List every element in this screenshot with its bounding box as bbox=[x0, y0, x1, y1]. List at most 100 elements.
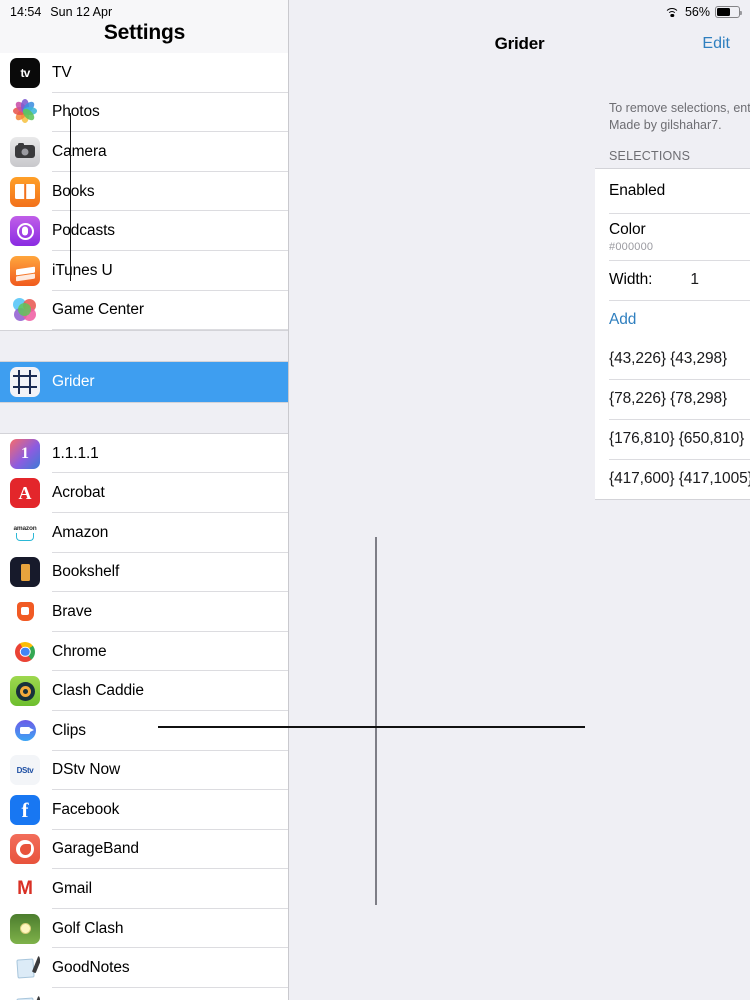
sidebar-item-itunes-u[interactable]: iTunes U bbox=[0, 250, 288, 291]
one-one-one-one-app-icon: 1 bbox=[10, 438, 40, 469]
game-center-app-icon bbox=[10, 295, 40, 326]
enabled-label: Enabled bbox=[609, 182, 666, 199]
sidebar-item-label: Clips bbox=[52, 721, 86, 739]
sidebar-item-label: DStv Now bbox=[52, 761, 121, 779]
battery-percent-label: 56% bbox=[684, 5, 710, 19]
sidebar-item-label: Books bbox=[52, 182, 95, 200]
sidebar-item-label: TV bbox=[52, 63, 72, 81]
clash-caddie-app-icon bbox=[10, 676, 40, 707]
sidebar-item-label: Brave bbox=[52, 602, 92, 620]
page-title: Settings bbox=[103, 21, 186, 44]
sidebar-item-grider[interactable]: Grider bbox=[0, 362, 288, 402]
sidebar-item-photos[interactable]: Photos bbox=[0, 92, 288, 133]
acrobat-app-icon: A bbox=[10, 478, 40, 509]
sidebar-item-goodnotes[interactable]: GoodNotes bbox=[0, 948, 288, 989]
podcasts-app-icon bbox=[10, 216, 40, 247]
sidebar-item-tv[interactable]: tv TV bbox=[0, 53, 288, 93]
selection-coordinates: {43,226} {43,298} bbox=[609, 350, 728, 367]
garageband-app-icon bbox=[10, 834, 40, 865]
goodnotes-app-icon bbox=[10, 992, 40, 1000]
sidebar-item-podcasts[interactable]: Podcasts bbox=[0, 211, 288, 251]
brave-app-icon bbox=[10, 596, 40, 627]
sidebar-item-camera[interactable]: Camera bbox=[0, 132, 288, 172]
section-header-selections: SELECTIONS bbox=[609, 149, 691, 163]
sidebar-group-separator bbox=[0, 330, 288, 363]
sidebar-item-label: Photos bbox=[52, 103, 100, 121]
sidebar-group: 1 1.1.1.1 A Acrobat amazon Amazon Bookshelf Bra… bbox=[0, 433, 288, 1000]
sidebar-item-clips[interactable]: Clips bbox=[0, 710, 288, 751]
sidebar-item-golf-clash[interactable]: Golf Clash bbox=[0, 908, 288, 949]
grider-app-icon bbox=[10, 366, 40, 397]
sidebar-item-label: Gmail bbox=[52, 880, 92, 898]
status-bar-right: 56% bbox=[664, 5, 743, 19]
tv-app-icon: tv bbox=[10, 57, 40, 88]
width-value[interactable]: 1 bbox=[690, 271, 699, 289]
sidebar-item-goodnotes[interactable]: GoodNotes bbox=[0, 988, 288, 1000]
sidebar-item-gmail[interactable]: M Gmail bbox=[0, 869, 288, 909]
sidebar-item-label: Bookshelf bbox=[52, 563, 120, 581]
selection-row[interactable]: {417,600} {417,1005} bbox=[595, 459, 750, 499]
selection-coordinates: {78,226} {78,298} bbox=[609, 390, 728, 407]
sidebar-group-separator bbox=[0, 401, 288, 434]
settings-sidebar: Settings tv TV Photos Camera Books Podcasts iT… bbox=[0, 0, 289, 1000]
selection-rows: {43,226} {43,298} {78,226} {78,298} {176,8… bbox=[595, 339, 750, 499]
books-app-icon bbox=[10, 176, 40, 207]
golf-clash-app-icon bbox=[10, 913, 40, 944]
status-date: Sun 12 Apr bbox=[50, 5, 113, 19]
sidebar-item-bookshelf[interactable]: Bookshelf bbox=[0, 552, 288, 593]
sidebar-item-label: Clash Caddie bbox=[52, 682, 144, 700]
chrome-app-icon bbox=[10, 636, 40, 667]
status-bar: 14:54 Sun 12 Apr 56% bbox=[0, 0, 750, 24]
add-button[interactable]: Add bbox=[609, 311, 636, 329]
photos-app-icon bbox=[10, 97, 40, 128]
sidebar-item-clash-caddie[interactable]: Clash Caddie bbox=[0, 671, 288, 711]
color-label: Color bbox=[609, 220, 646, 238]
sidebar-item-label: Camera bbox=[52, 142, 107, 160]
sidebar-item-label: iTunes U bbox=[52, 261, 113, 279]
camera-app-icon bbox=[10, 136, 40, 167]
row-add[interactable]: Add bbox=[595, 300, 750, 339]
sidebar-item-facebook[interactable]: f Facebook bbox=[0, 790, 288, 830]
sidebar-item-dstv-now[interactable]: DStv DStv Now bbox=[0, 750, 288, 791]
sidebar-item-label: Grider bbox=[52, 372, 95, 390]
sidebar-group: Grider bbox=[0, 362, 288, 402]
description-text: To remove selections, enter edit mode an… bbox=[609, 101, 750, 132]
sidebar-item-label: 1.1.1.1 bbox=[52, 444, 99, 462]
selection-row[interactable]: {176,810} {650,810} bbox=[595, 419, 750, 459]
detail-pane: Grider Edit To remove selections, enter … bbox=[289, 0, 750, 1000]
sidebar-item-label: Amazon bbox=[52, 523, 109, 541]
selections-card: Enabled Color #000000 Width: 1 Add {43,2… bbox=[595, 168, 750, 500]
ipad-settings-screen: 14:54 Sun 12 Apr 56% Settings tv TV Photos… bbox=[0, 0, 750, 1000]
selection-row[interactable]: {43,226} {43,298} bbox=[595, 339, 750, 379]
facebook-app-icon: f bbox=[10, 794, 40, 825]
goodnotes-app-icon bbox=[10, 953, 40, 984]
edit-button[interactable]: Edit bbox=[702, 35, 730, 53]
detail-title: Grider bbox=[494, 34, 545, 53]
wifi-icon bbox=[664, 7, 680, 18]
sidebar-item-1-1-1-1[interactable]: 1 1.1.1.1 bbox=[0, 433, 288, 474]
sidebar-item-game-center[interactable]: Game Center bbox=[0, 290, 288, 331]
status-bar-left: 14:54 Sun 12 Apr bbox=[10, 5, 112, 19]
selection-row[interactable]: {78,226} {78,298} bbox=[595, 379, 750, 419]
sidebar-item-brave[interactable]: Brave bbox=[0, 592, 288, 632]
sidebar-item-label: Facebook bbox=[52, 800, 120, 818]
row-color[interactable]: Color #000000 bbox=[595, 213, 750, 260]
sidebar-item-label: Golf Clash bbox=[52, 919, 124, 937]
sidebar-item-label: Chrome bbox=[52, 642, 107, 660]
width-label: Width: bbox=[609, 271, 653, 288]
sidebar-item-label: GarageBand bbox=[52, 840, 139, 858]
selection-coordinates: {176,810} {650,810} bbox=[609, 430, 745, 447]
color-value: #000000 bbox=[609, 240, 654, 253]
sidebar-item-label: GoodNotes bbox=[52, 959, 130, 977]
sidebar-item-garageband[interactable]: GarageBand bbox=[0, 829, 288, 870]
itunes-u-app-icon bbox=[10, 255, 40, 286]
sidebar-item-amazon[interactable]: amazon Amazon bbox=[0, 512, 288, 553]
sidebar-item-acrobat[interactable]: A Acrobat bbox=[0, 473, 288, 513]
sidebar-list[interactable]: tv TV Photos Camera Books Podcasts iTunes U Gam… bbox=[0, 53, 288, 1000]
dstv-now-app-icon: DStv bbox=[10, 755, 40, 786]
row-enabled[interactable]: Enabled bbox=[595, 169, 750, 213]
sidebar-item-chrome[interactable]: Chrome bbox=[0, 631, 288, 672]
row-width[interactable]: Width: 1 bbox=[595, 260, 750, 300]
gmail-app-icon: M bbox=[10, 874, 40, 905]
sidebar-item-books[interactable]: Books bbox=[0, 171, 288, 212]
